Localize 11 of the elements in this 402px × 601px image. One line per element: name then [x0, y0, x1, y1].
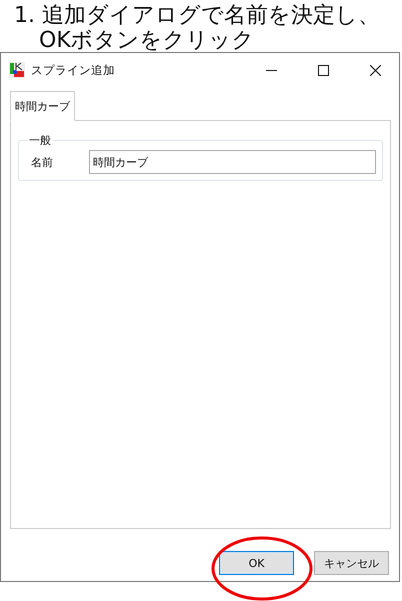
- window-title: スプライン追加: [31, 62, 116, 78]
- name-field[interactable]: 時間カーブ: [89, 150, 376, 174]
- ok-button[interactable]: OK: [219, 551, 294, 575]
- group-title: 一般: [28, 133, 52, 148]
- cancel-button[interactable]: キャンセル: [314, 551, 389, 575]
- maximize-icon: [318, 64, 328, 76]
- tab[interactable]: 時間カーブ: [10, 91, 75, 121]
- field-label: 名前: [30, 154, 54, 170]
- instruction-caption: 1. 追加ダイアログで名前を決定し、 OKボタンをクリック: [13, 2, 381, 50]
- close-icon: [370, 64, 380, 76]
- app-icon: [9, 62, 25, 78]
